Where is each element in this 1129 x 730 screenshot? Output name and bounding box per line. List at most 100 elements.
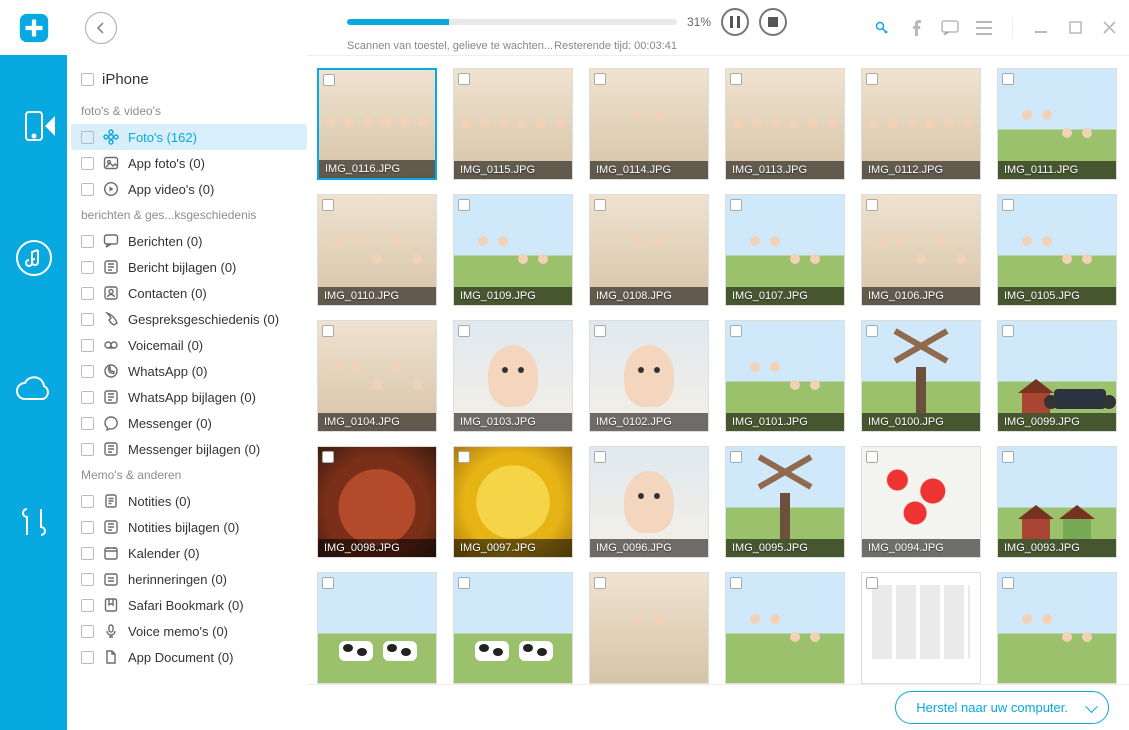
- tree-item-notes-attach[interactable]: Notities bijlagen (0): [71, 514, 307, 540]
- thumbnail[interactable]: [589, 572, 709, 684]
- thumbnail[interactable]: IMG_0099.JPG: [997, 320, 1117, 432]
- device-checkbox[interactable]: [81, 73, 94, 86]
- close-button[interactable]: [1099, 18, 1119, 38]
- thumbnail-checkbox[interactable]: [594, 199, 606, 211]
- thumbnail-checkbox[interactable]: [730, 325, 742, 337]
- menu-icon[interactable]: [974, 18, 994, 38]
- thumbnail-checkbox[interactable]: [730, 73, 742, 85]
- tree-item-callhist[interactable]: Gespreksgeschiedenis (0): [71, 306, 307, 332]
- thumbnail-checkbox[interactable]: [594, 577, 606, 589]
- thumbnail[interactable]: IMG_0115.JPG: [453, 68, 573, 180]
- thumbnail[interactable]: IMG_0096.JPG: [589, 446, 709, 558]
- thumbnail[interactable]: IMG_0109.JPG: [453, 194, 573, 306]
- tree-item-app-photos[interactable]: App foto's (0): [71, 150, 307, 176]
- tree-item-whatsapp[interactable]: WhatsApp (0): [71, 358, 307, 384]
- thumbnail[interactable]: IMG_0113.JPG: [725, 68, 845, 180]
- tree-item-notes[interactable]: Notities (0): [71, 488, 307, 514]
- thumbnail[interactable]: IMG_0110.JPG: [317, 194, 437, 306]
- thumbnail-checkbox[interactable]: [730, 577, 742, 589]
- thumbnail-checkbox[interactable]: [458, 325, 470, 337]
- tree-item-wa-attach[interactable]: WhatsApp bijlagen (0): [71, 384, 307, 410]
- thumbnail-checkbox[interactable]: [594, 451, 606, 463]
- tree-item-reminders[interactable]: herinneringen (0): [71, 566, 307, 592]
- thumbnail-checkbox[interactable]: [594, 73, 606, 85]
- tree-item-msg-attach[interactable]: Bericht bijlagen (0): [71, 254, 307, 280]
- thumbnail-checkbox[interactable]: [1002, 73, 1014, 85]
- thumbnail-checkbox[interactable]: [458, 577, 470, 589]
- thumbnail-checkbox[interactable]: [322, 577, 334, 589]
- tree-item-messenger[interactable]: Messenger (0): [71, 410, 307, 436]
- tree-item-checkbox[interactable]: [81, 521, 94, 534]
- tree-item-checkbox[interactable]: [81, 573, 94, 586]
- thumbnail-checkbox[interactable]: [866, 325, 878, 337]
- tree-item-calendar[interactable]: Kalender (0): [71, 540, 307, 566]
- thumbnail[interactable]: IMG_0100.JPG: [861, 320, 981, 432]
- rail-music-icon[interactable]: [13, 237, 55, 279]
- tree-item-safari[interactable]: Safari Bookmark (0): [71, 592, 307, 618]
- tree-item-checkbox[interactable]: [81, 339, 94, 352]
- thumbnail[interactable]: IMG_0114.JPG: [589, 68, 709, 180]
- tree-item-checkbox[interactable]: [81, 443, 94, 456]
- thumbnail[interactable]: IMG_0103.JPG: [453, 320, 573, 432]
- thumbnail[interactable]: IMG_0104.JPG: [317, 320, 437, 432]
- thumbnail-checkbox[interactable]: [322, 199, 334, 211]
- thumbnail-checkbox[interactable]: [866, 577, 878, 589]
- thumbnail-checkbox[interactable]: [866, 73, 878, 85]
- tree-item-contacts[interactable]: Contacten (0): [71, 280, 307, 306]
- back-button[interactable]: [85, 12, 117, 44]
- thumbnail[interactable]: [861, 572, 981, 684]
- thumbnail-checkbox[interactable]: [458, 73, 470, 85]
- pause-button[interactable]: [721, 8, 749, 36]
- thumbnail[interactable]: IMG_0094.JPG: [861, 446, 981, 558]
- feedback-icon[interactable]: [940, 18, 960, 38]
- tree-item-checkbox[interactable]: [81, 495, 94, 508]
- rail-device-icon[interactable]: [13, 105, 55, 147]
- tree-item-checkbox[interactable]: [81, 131, 94, 144]
- tree-item-checkbox[interactable]: [81, 391, 94, 404]
- thumbnail[interactable]: IMG_0098.JPG: [317, 446, 437, 558]
- tree-item-checkbox[interactable]: [81, 287, 94, 300]
- thumbnail[interactable]: IMG_0111.JPG: [997, 68, 1117, 180]
- minimize-button[interactable]: [1031, 18, 1051, 38]
- thumbnail[interactable]: IMG_0097.JPG: [453, 446, 573, 558]
- thumbnail-checkbox[interactable]: [322, 325, 334, 337]
- thumbnail-checkbox[interactable]: [1002, 199, 1014, 211]
- thumbnail[interactable]: [317, 572, 437, 684]
- thumbnail[interactable]: IMG_0108.JPG: [589, 194, 709, 306]
- thumbnail-checkbox[interactable]: [1002, 451, 1014, 463]
- thumbnail-checkbox[interactable]: [730, 199, 742, 211]
- thumbnail-checkbox[interactable]: [458, 451, 470, 463]
- thumbnail[interactable]: [997, 572, 1117, 684]
- rail-cloud-icon[interactable]: [13, 369, 55, 411]
- rail-tools-icon[interactable]: [13, 501, 55, 543]
- tree-item-checkbox[interactable]: [81, 313, 94, 326]
- thumbnail[interactable]: IMG_0093.JPG: [997, 446, 1117, 558]
- restore-button[interactable]: Herstel naar uw computer.: [895, 691, 1109, 724]
- tree-item-checkbox[interactable]: [81, 625, 94, 638]
- thumbnail-checkbox[interactable]: [322, 451, 334, 463]
- tree-item-checkbox[interactable]: [81, 183, 94, 196]
- thumbnail-checkbox[interactable]: [323, 74, 335, 86]
- tree-item-checkbox[interactable]: [81, 417, 94, 430]
- stop-button[interactable]: [759, 8, 787, 36]
- thumbnail[interactable]: IMG_0106.JPG: [861, 194, 981, 306]
- thumbnail-checkbox[interactable]: [1002, 325, 1014, 337]
- tree-item-voicemail[interactable]: Voicemail (0): [71, 332, 307, 358]
- thumbnail[interactable]: IMG_0105.JPG: [997, 194, 1117, 306]
- thumbnail[interactable]: [725, 572, 845, 684]
- key-icon[interactable]: [872, 18, 892, 38]
- thumbnail[interactable]: IMG_0095.JPG: [725, 446, 845, 558]
- thumbnail-checkbox[interactable]: [730, 451, 742, 463]
- tree-item-checkbox[interactable]: [81, 365, 94, 378]
- thumbnail[interactable]: IMG_0107.JPG: [725, 194, 845, 306]
- tree-item-checkbox[interactable]: [81, 261, 94, 274]
- tree-item-messages[interactable]: Berichten (0): [71, 228, 307, 254]
- thumbnail[interactable]: IMG_0112.JPG: [861, 68, 981, 180]
- tree-item-photos[interactable]: Foto's (162): [71, 124, 307, 150]
- tree-item-checkbox[interactable]: [81, 235, 94, 248]
- tree-item-checkbox[interactable]: [81, 651, 94, 664]
- tree-item-appdoc[interactable]: App Document (0): [71, 644, 307, 670]
- tree-item-voicememo[interactable]: Voice memo's (0): [71, 618, 307, 644]
- device-header[interactable]: iPhone: [71, 67, 307, 98]
- thumbnail-checkbox[interactable]: [458, 199, 470, 211]
